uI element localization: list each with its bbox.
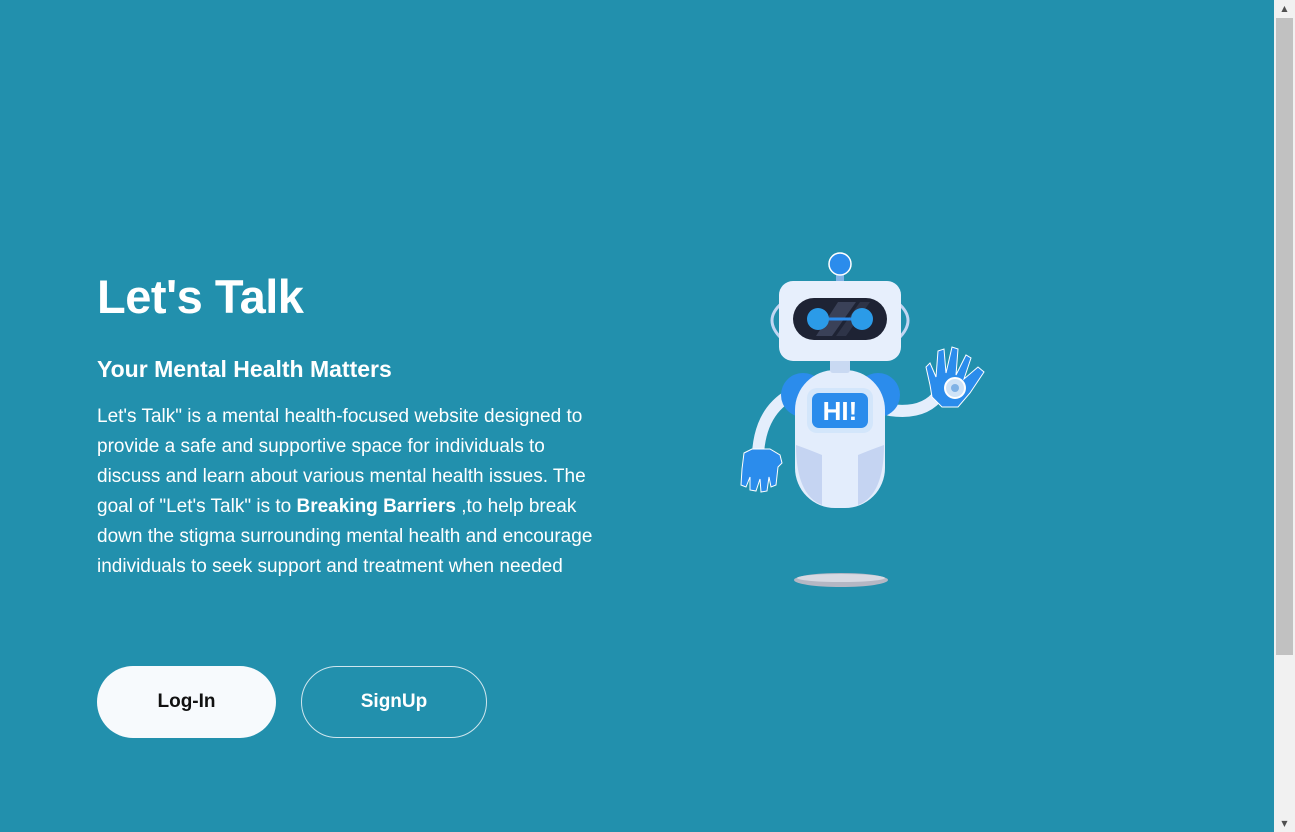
login-button[interactable]: Log-In bbox=[97, 666, 276, 738]
page-title: Let's Talk bbox=[97, 270, 304, 323]
scrollbar-thumb[interactable] bbox=[1276, 18, 1293, 655]
landing-page: Let's Talk Your Mental Health Matters Le… bbox=[0, 0, 1274, 832]
scroll-down-arrow-icon[interactable]: ▼ bbox=[1274, 815, 1295, 832]
scroll-up-arrow-icon[interactable]: ▲ bbox=[1274, 0, 1295, 17]
page-subtitle: Your Mental Health Matters bbox=[97, 356, 392, 382]
description-highlight: Breaking Barriers bbox=[296, 496, 456, 517]
hero-description: Let's Talk" is a mental health-focused w… bbox=[97, 402, 602, 582]
robot-badge-text: HI! bbox=[823, 396, 858, 426]
auth-buttons: Log-In SignUp bbox=[97, 666, 487, 738]
hero-section: Let's Talk Your Mental Health Matters Le… bbox=[97, 268, 602, 582]
robot-left-hand bbox=[740, 448, 783, 493]
robot-left-eye bbox=[807, 308, 829, 330]
vertical-scrollbar[interactable]: ▲ ▼ bbox=[1274, 0, 1295, 832]
robot-antenna bbox=[828, 252, 852, 276]
signup-button[interactable]: SignUp bbox=[301, 666, 487, 738]
waving-robot-icon: HI! bbox=[740, 252, 985, 587]
robot-right-eye bbox=[851, 308, 873, 330]
